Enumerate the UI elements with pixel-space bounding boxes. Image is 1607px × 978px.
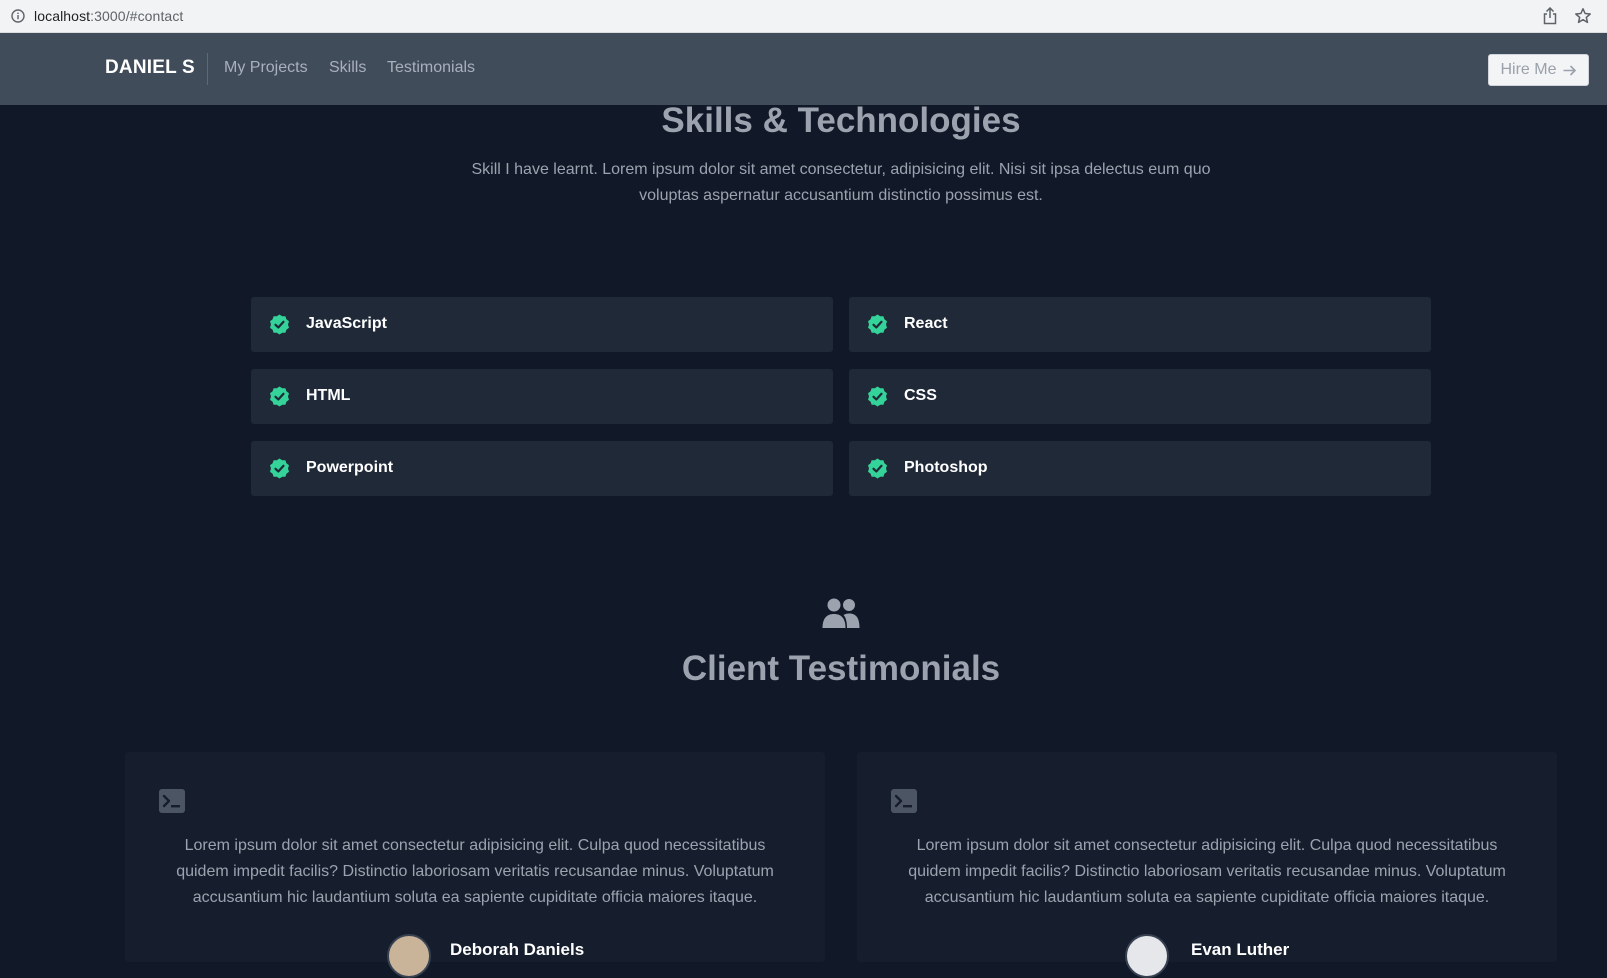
terminal-icon bbox=[159, 789, 185, 813]
browser-address-bar: localhost:3000/#contact bbox=[0, 0, 1607, 33]
nav-link-skills[interactable]: Skills bbox=[329, 59, 366, 77]
url-host: localhost bbox=[34, 8, 91, 24]
skill-card-powerpoint: Powerpoint bbox=[251, 441, 833, 496]
url-field[interactable]: localhost:3000/#contact bbox=[34, 8, 183, 24]
skill-label: CSS bbox=[904, 387, 937, 404]
skill-card-html: HTML bbox=[251, 369, 833, 424]
skill-label: React bbox=[904, 315, 948, 332]
bookmark-star-icon[interactable] bbox=[1574, 7, 1592, 25]
brand-logo[interactable]: DANIEL S bbox=[105, 57, 195, 79]
check-badge-icon bbox=[270, 458, 289, 479]
skill-label: Photoshop bbox=[904, 459, 988, 476]
avatar bbox=[1125, 934, 1169, 978]
skill-card-javascript: JavaScript bbox=[251, 297, 833, 352]
check-badge-icon bbox=[868, 314, 887, 335]
testimonials-heading: Client Testimonials bbox=[681, 649, 1001, 688]
testimonial-card: Lorem ipsum dolor sit amet consectetur a… bbox=[125, 752, 825, 978]
testimonial-text: Lorem ipsum dolor sit amet consectetur a… bbox=[176, 837, 774, 906]
testimonial-author: Deborah Daniels bbox=[450, 940, 585, 959]
skill-card-photoshop: Photoshop bbox=[849, 441, 1431, 496]
nav-link-projects[interactable]: My Projects bbox=[224, 59, 308, 77]
skill-card-css: CSS bbox=[849, 369, 1431, 424]
skills-heading: Skills & Technologies bbox=[661, 101, 1021, 140]
skill-card-react: React bbox=[849, 297, 1431, 352]
testimonial-author: Evan Luther bbox=[1191, 940, 1290, 959]
check-badge-icon bbox=[868, 458, 887, 479]
skill-label: JavaScript bbox=[306, 315, 387, 332]
info-icon[interactable] bbox=[11, 9, 25, 23]
url-path: :3000/#contact bbox=[90, 8, 184, 24]
avatar bbox=[387, 934, 431, 978]
hire-me-button[interactable]: Hire Me bbox=[1488, 54, 1589, 86]
top-navbar: DANIEL S My Projects Skills Testimonials… bbox=[0, 33, 1607, 105]
skills-description: Skill I have learnt. Lorem ipsum dolor s… bbox=[471, 161, 1211, 204]
check-badge-icon bbox=[270, 386, 289, 407]
nav-divider bbox=[207, 53, 208, 85]
share-icon[interactable] bbox=[1542, 7, 1558, 25]
testimonial-text: Lorem ipsum dolor sit amet consectetur a… bbox=[908, 837, 1506, 906]
skill-label: Powerpoint bbox=[306, 459, 394, 476]
check-badge-icon bbox=[868, 386, 887, 407]
hire-me-label: Hire Me bbox=[1500, 61, 1557, 78]
check-badge-icon bbox=[270, 314, 289, 335]
terminal-icon bbox=[891, 789, 917, 813]
skill-label: HTML bbox=[306, 387, 351, 404]
arrow-right-icon bbox=[1563, 64, 1576, 76]
users-icon bbox=[822, 598, 860, 628]
nav-link-testimonials[interactable]: Testimonials bbox=[387, 59, 475, 77]
testimonial-card: Lorem ipsum dolor sit amet consectetur a… bbox=[857, 752, 1557, 978]
